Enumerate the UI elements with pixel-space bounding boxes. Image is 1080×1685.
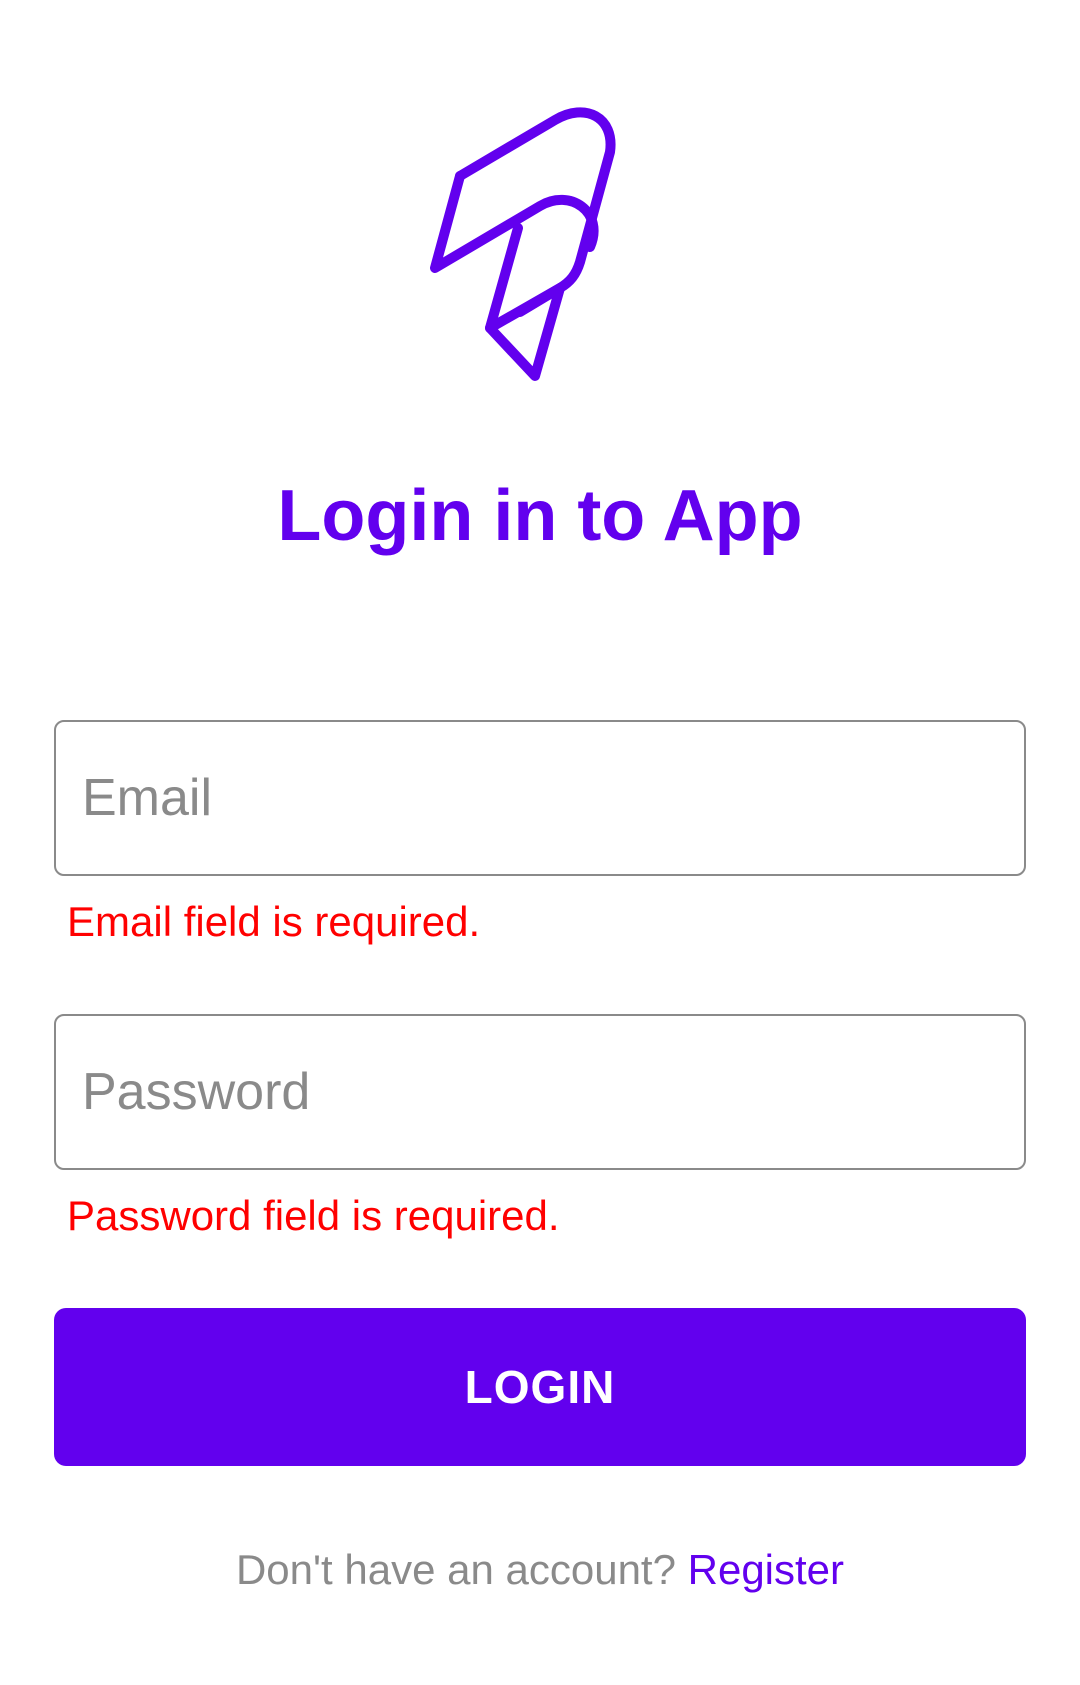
email-error-text: Email field is required. xyxy=(67,898,481,945)
email-input[interactable] xyxy=(82,722,1002,874)
register-link[interactable]: Register xyxy=(688,1546,844,1593)
register-row: Don't have an account? Register xyxy=(0,1542,1080,1598)
password-field[interactable] xyxy=(54,1014,1026,1170)
login-button[interactable]: LOGIN xyxy=(54,1308,1026,1466)
app-logo-icon xyxy=(410,92,670,408)
register-prompt: Don't have an account? xyxy=(235,1546,688,1593)
password-error-text: Password field is required. xyxy=(67,1192,560,1239)
page-title: Login in to App xyxy=(277,476,803,556)
password-input[interactable] xyxy=(82,1016,1002,1168)
email-field[interactable] xyxy=(54,720,1026,876)
